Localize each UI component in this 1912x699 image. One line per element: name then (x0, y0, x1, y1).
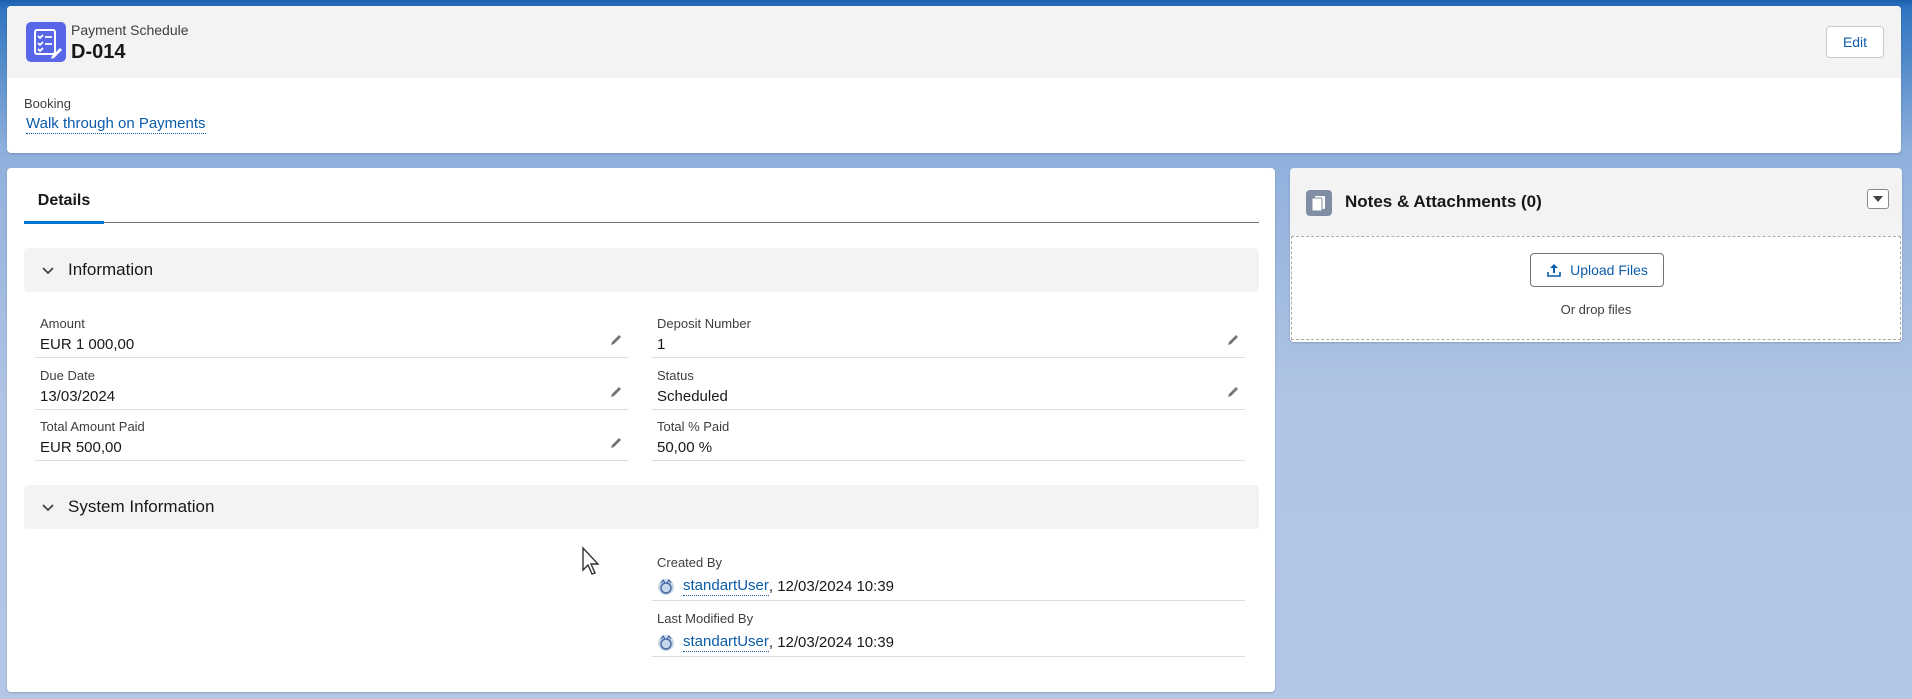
created-by-user-link[interactable]: standartUser (683, 577, 769, 596)
pencil-icon[interactable] (608, 332, 624, 348)
upload-files-label: Upload Files (1570, 262, 1648, 278)
information-section-header[interactable]: Information (24, 248, 1259, 292)
field-label: Total % Paid (657, 419, 730, 434)
field-last-modified-by: Last Modified By standartUser , 12/03/20… (652, 607, 1245, 657)
user-avatar-icon (658, 578, 674, 595)
notes-header: Notes & Attachments (0) (1290, 168, 1902, 236)
booking-link[interactable]: Walk through on Payments (26, 115, 206, 134)
drop-files-text: Or drop files (1560, 302, 1632, 317)
mouse-cursor-icon (582, 546, 600, 575)
pencil-icon[interactable] (1225, 384, 1241, 400)
file-icon (1306, 190, 1332, 216)
field-total-percent-paid: Total % Paid 50,00 % (652, 415, 1245, 461)
last-modified-by-user-link[interactable]: standartUser (683, 633, 769, 652)
field-value: EUR 500,00 (40, 439, 122, 456)
field-label: Last Modified By (657, 611, 754, 626)
record-header: Payment Schedule D-014 Edit Booking Walk… (7, 6, 1901, 153)
field-value: 13/03/2024 (40, 388, 116, 405)
tab-details[interactable]: Details (24, 168, 104, 224)
field-deposit-number: Deposit Number 1 (652, 312, 1245, 358)
created-by-value: standartUser , 12/03/2024 10:39 (657, 577, 894, 596)
field-value: EUR 1 000,00 (40, 336, 135, 353)
pencil-icon[interactable] (608, 384, 624, 400)
field-label: Total Amount Paid (40, 419, 145, 434)
upload-icon (1547, 264, 1561, 277)
edit-button[interactable]: Edit (1826, 26, 1884, 58)
field-label: Created By (657, 555, 723, 570)
field-amount: Amount EUR 1 000,00 (35, 312, 628, 358)
section-title-system-information: System Information (68, 497, 215, 516)
field-status: Status Scheduled (652, 364, 1245, 410)
booking-label: Booking (24, 96, 71, 111)
section-title-information: Information (68, 260, 154, 279)
tab-bar: Details (24, 168, 1259, 224)
field-label: Status (657, 368, 694, 383)
field-label: Amount (40, 316, 85, 331)
field-value: 1 (657, 336, 666, 353)
last-modified-by-value: standartUser , 12/03/2024 10:39 (657, 633, 894, 652)
record-header-top: Payment Schedule D-014 Edit (7, 6, 1901, 78)
dropdown-menu-button[interactable] (1867, 189, 1889, 209)
field-label: Due Date (40, 368, 95, 383)
object-type-label: Payment Schedule (71, 22, 189, 38)
pencil-icon[interactable] (1225, 332, 1241, 348)
upload-files-button[interactable]: Upload Files (1530, 253, 1664, 287)
chevron-down-icon (42, 267, 54, 275)
pencil-icon[interactable] (608, 435, 624, 451)
last-modified-by-timestamp: , 12/03/2024 10:39 (768, 634, 894, 651)
chevron-down-icon (1873, 196, 1883, 202)
notes-attachments-panel: Notes & Attachments (0) Upload Files Or … (1290, 168, 1902, 342)
details-panel: Details Information Amount EUR 1 000,00 … (7, 168, 1275, 692)
field-created-by: Created By standartUser , 12/03/2024 10:… (652, 551, 1245, 601)
field-label: Deposit Number (657, 316, 751, 331)
field-due-date: Due Date 13/03/2024 (35, 364, 628, 410)
field-value: Scheduled (657, 388, 728, 405)
field-value: 50,00 % (657, 439, 713, 456)
payment-schedule-icon (26, 22, 66, 62)
created-by-timestamp: , 12/03/2024 10:39 (768, 578, 894, 595)
notes-title: Notes & Attachments (0) (1345, 192, 1542, 211)
system-information-section-header[interactable]: System Information (24, 485, 1259, 529)
chevron-down-icon (42, 504, 54, 512)
field-total-amount-paid: Total Amount Paid EUR 500,00 (35, 415, 628, 461)
user-avatar-icon (658, 634, 674, 651)
record-title: D-014 (71, 41, 126, 63)
file-dropzone[interactable]: Upload Files Or drop files (1291, 236, 1901, 340)
